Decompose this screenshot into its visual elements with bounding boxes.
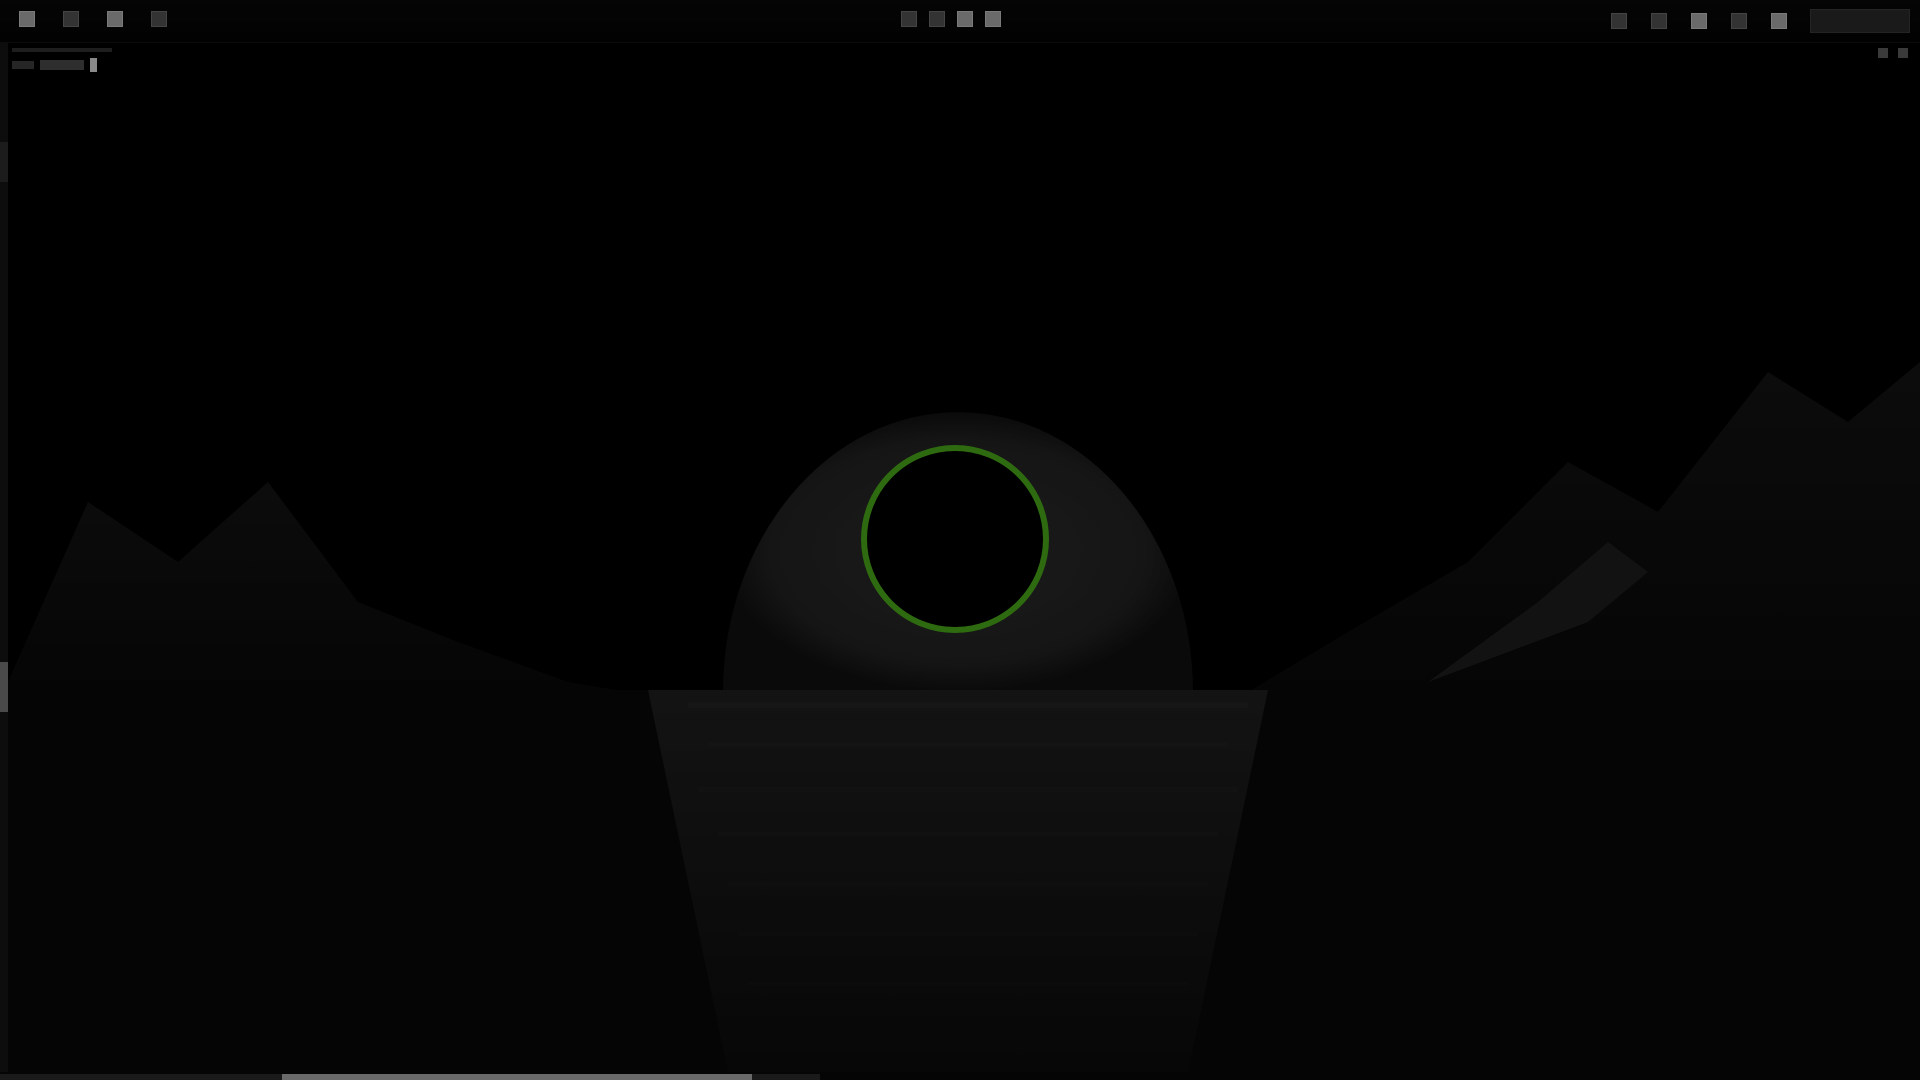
water-surface (8, 690, 1920, 1072)
sphere-icon[interactable] (1650, 12, 1668, 30)
toolbar-right-group (1610, 9, 1910, 33)
layout-icon[interactable] (18, 10, 36, 28)
grid-icon[interactable] (106, 10, 124, 28)
scene-render (8, 362, 1920, 1072)
scale-icon[interactable] (984, 10, 1002, 28)
view-mode-dropdown[interactable] (1810, 9, 1910, 33)
top-toolbar (0, 0, 1920, 43)
left-edge-scrollbar[interactable] (0, 42, 8, 1072)
view-icon[interactable] (900, 10, 918, 28)
3d-viewport[interactable] (8, 42, 1920, 1072)
focus-target-ring[interactable] (861, 445, 1049, 633)
shading-icon[interactable] (1730, 12, 1748, 30)
left-scroll-thumb[interactable] (0, 662, 8, 712)
timeline-scrollbar[interactable] (0, 1072, 1920, 1080)
overlay-icon[interactable] (1770, 12, 1788, 30)
app-window (0, 0, 1920, 1080)
left-scroll-marker (0, 142, 8, 182)
light-icon[interactable] (1610, 12, 1628, 30)
rotate-icon[interactable] (956, 10, 974, 28)
scrollbar-thumb[interactable] (282, 1074, 752, 1080)
menu-icon[interactable] (62, 10, 80, 28)
settings-icon[interactable] (1690, 12, 1708, 30)
toolbar-center-group (900, 10, 1002, 28)
move-icon[interactable] (928, 10, 946, 28)
toolbar-left-group (18, 10, 168, 28)
camera-icon[interactable] (150, 10, 168, 28)
